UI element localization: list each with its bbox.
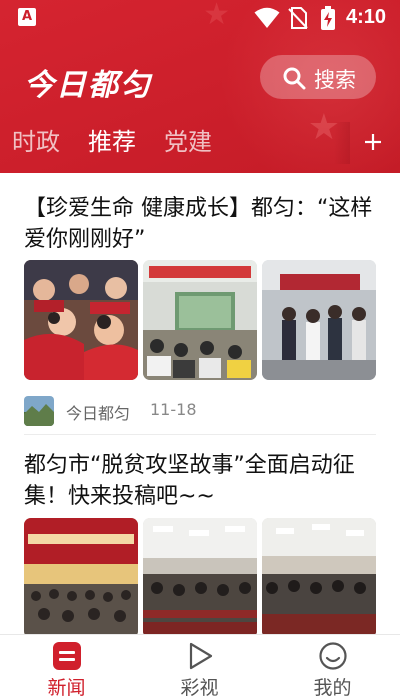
news-icon — [53, 642, 81, 670]
add-channel-button[interactable] — [334, 122, 400, 164]
article-thumbnail[interactable] — [24, 518, 138, 634]
no-sim-icon — [288, 7, 308, 29]
search-label: 搜索 — [314, 68, 356, 92]
nav-label: 新闻 — [47, 677, 86, 699]
bottom-navigation: 新闻 彩视 我的 — [0, 634, 400, 700]
news-card[interactable]: 【珍爱生命 健康成长】都匀：“这样爱你刚刚好” 今日都匀 11-18 — [24, 193, 376, 426]
battery-charging-icon — [321, 6, 335, 30]
article-meta: 今日都匀 11-18 — [24, 396, 376, 426]
nav-news[interactable]: 新闻 — [0, 635, 133, 700]
nav-label: 彩视 — [180, 677, 219, 699]
source-avatar — [24, 396, 54, 426]
tab-fade — [334, 122, 350, 164]
search-button[interactable]: 搜索 — [260, 55, 376, 99]
article-thumbnail[interactable] — [143, 260, 257, 380]
article-title: 【珍爱生命 健康成长】都匀：“这样爱你刚刚好” — [24, 196, 373, 252]
wifi-icon — [254, 7, 280, 28]
divider — [24, 434, 376, 435]
nav-label: 我的 — [313, 677, 352, 699]
article-thumbnails — [24, 260, 376, 380]
clock: 4:10 — [346, 6, 387, 28]
article-thumbnail[interactable] — [262, 260, 376, 380]
nav-profile[interactable]: 我的 — [266, 635, 399, 700]
tab-recommended[interactable]: 推荐 — [88, 122, 136, 157]
nav-video[interactable]: 彩视 — [133, 635, 266, 700]
plus-icon — [365, 134, 381, 150]
publish-date: 11-18 — [150, 400, 197, 419]
tab-party-building[interactable]: 党建 — [164, 122, 212, 157]
app-notification-icon: A — [18, 8, 36, 26]
app-logo: 今日都匀 — [24, 68, 152, 103]
search-icon — [283, 67, 306, 90]
news-feed[interactable]: 【珍爱生命 健康成长】都匀：“这样爱你刚刚好” 今日都匀 11-18 都匀市“脱… — [0, 173, 400, 634]
smiley-icon — [319, 642, 347, 670]
article-title: 都匀市“脱贫攻坚故事”全面启动征集！快来投稿吧~~ — [24, 453, 355, 509]
source-name: 今日都匀 — [66, 404, 131, 423]
article-thumbnail[interactable] — [262, 518, 376, 634]
play-icon — [189, 642, 213, 670]
article-thumbnail[interactable] — [24, 260, 138, 380]
tab-politics[interactable]: 时政 — [12, 122, 60, 157]
app-header: ★ ★ A 4:10 今日都匀 搜索 时政 推荐 党建 — [0, 0, 400, 173]
article-thumbnails — [24, 518, 376, 634]
news-card[interactable]: 都匀市“脱贫攻坚故事”全面启动征集！快来投稿吧~~ — [24, 450, 376, 634]
status-bar: A 4:10 — [0, 0, 400, 36]
article-thumbnail[interactable] — [143, 518, 257, 634]
